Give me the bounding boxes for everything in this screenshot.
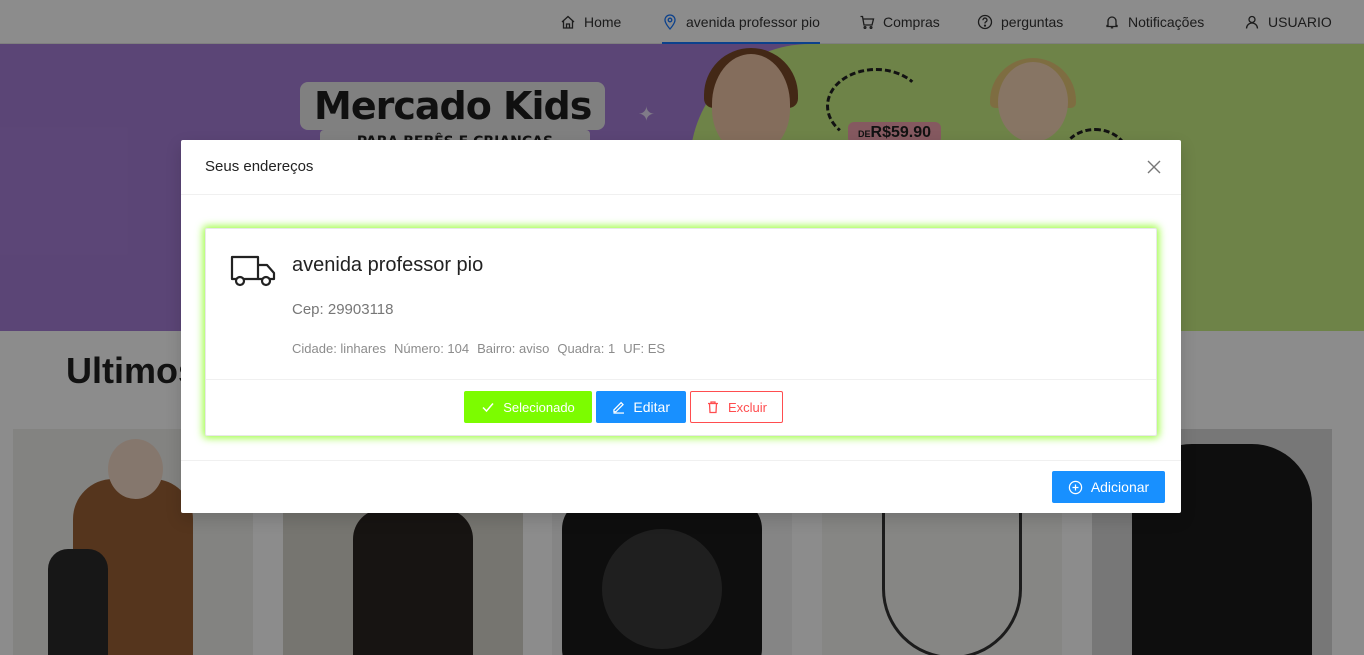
trash-icon [707, 401, 718, 414]
delete-label: Excluir [727, 399, 767, 415]
address-card[interactable]: avenida professor pio Cep: 29903118 Cida… [205, 228, 1157, 436]
card-divider [206, 379, 1156, 380]
edit-button[interactable]: Editar [596, 391, 686, 423]
delete-button[interactable]: Excluir [690, 391, 783, 423]
check-icon [482, 403, 494, 413]
address-cep: Cep: 29903118 [292, 301, 394, 318]
address-number: Número: 104 [393, 341, 470, 356]
add-address-label: Adicionar [1090, 479, 1150, 495]
address-name: avenida professor pio [292, 254, 484, 276]
modal-title: Seus endereços [205, 158, 314, 175]
address-neighborhood: Bairro: aviso [477, 341, 550, 356]
add-address-button[interactable]: Adicionar [1052, 471, 1165, 503]
card-actions: Selecionado Editar Excluir [464, 391, 783, 423]
selected-button[interactable]: Selecionado [464, 391, 592, 423]
modal-header: Seus endereços [181, 140, 1181, 195]
address-city: Cidade: linhares [292, 341, 386, 356]
address-state: UF: ES [623, 341, 666, 356]
plus-circle-icon [1068, 480, 1083, 494]
edit-icon [613, 401, 624, 414]
modal-footer-divider [181, 460, 1181, 461]
close-icon[interactable] [1143, 156, 1165, 178]
edit-label: Editar [633, 399, 670, 415]
truck-icon [230, 255, 276, 287]
selected-label: Selecionado [503, 399, 575, 415]
address-details: Cidade: linhares Número: 104 Bairro: avi… [292, 341, 665, 356]
address-block: Quadra: 1 [557, 341, 616, 356]
address-modal: Seus endereços avenida professor pio Cep… [181, 140, 1181, 513]
